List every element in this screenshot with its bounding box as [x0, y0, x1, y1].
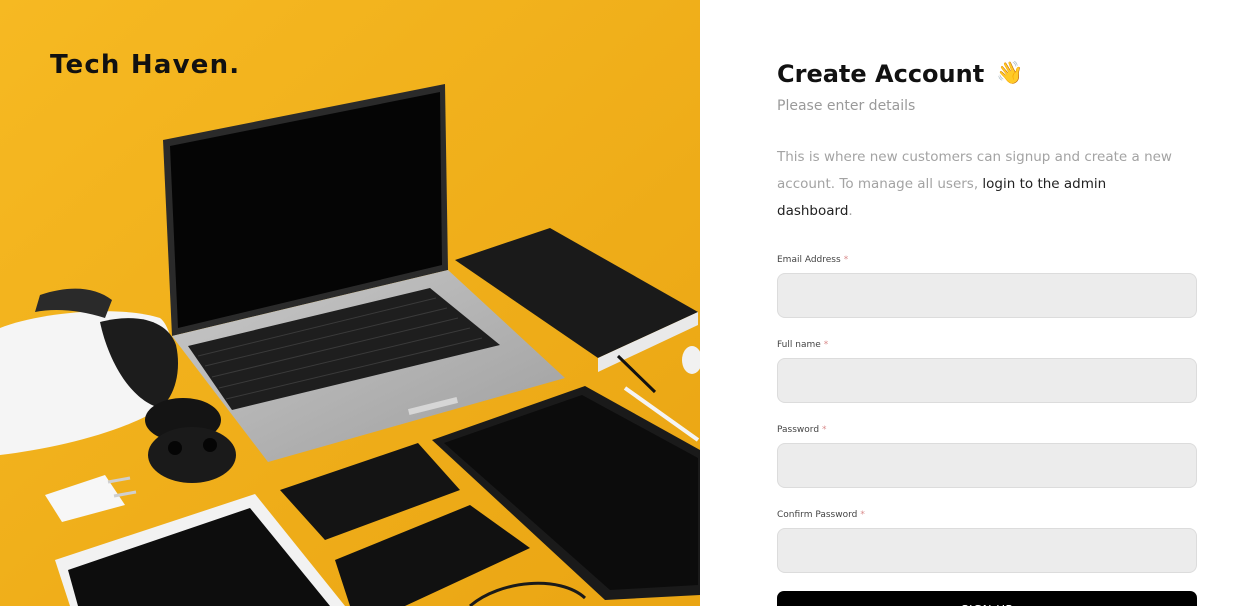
email-field-group: Email Address * [777, 247, 1197, 318]
password-field-group: Password * [777, 417, 1197, 488]
email-label: Email Address [777, 255, 841, 265]
intro-period: . [848, 203, 853, 219]
full-name-input[interactable] [777, 358, 1197, 403]
waving-hand-icon: 👋 [996, 61, 1024, 86]
required-mark: * [823, 340, 829, 350]
title-row: Create Account 👋 [777, 60, 1197, 88]
intro-text: This is where new customers can signup a… [777, 144, 1172, 225]
confirm-password-label: Confirm Password [777, 510, 858, 520]
email-input[interactable] [777, 273, 1197, 318]
hero-image: Tech Haven. [0, 0, 700, 606]
sign-up-button[interactable]: SIGN UP [777, 591, 1197, 606]
required-mark: * [843, 255, 849, 265]
full-name-label: Full name [777, 340, 821, 350]
page-title: Create Account [777, 60, 985, 88]
confirm-password-input[interactable] [777, 528, 1197, 573]
brand-logo: Tech Haven. [50, 50, 241, 80]
required-mark: * [860, 510, 865, 520]
signup-panel: Create Account 👋 Please enter details Th… [700, 0, 1260, 606]
full-name-field-group: Full name * [777, 332, 1197, 403]
form-fields: Email Address * Full name * Password * Conf… [777, 247, 1197, 573]
intro-body: This is where new customers can signup a… [777, 149, 1172, 192]
signup-page: Tech Haven. Create Account 👋 Please ente… [0, 0, 1260, 606]
page-subtitle: Please enter details [777, 98, 916, 114]
password-label: Password [777, 425, 820, 435]
confirm-password-field-group: Confirm Password * [777, 502, 1197, 573]
required-mark: * [822, 425, 827, 435]
signup-form: Create Account 👋 Please enter details Th… [777, 60, 1197, 606]
gadgets-illustration [0, 0, 700, 606]
password-input[interactable] [777, 443, 1197, 488]
